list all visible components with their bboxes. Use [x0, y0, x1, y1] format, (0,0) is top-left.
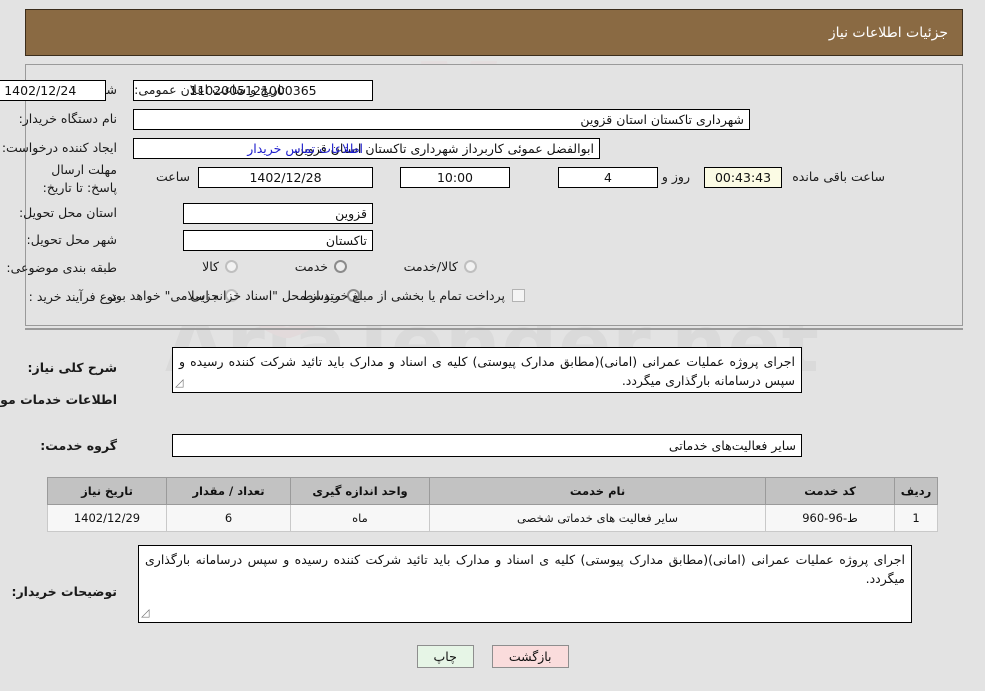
action-button-bar: بازگشت چاپ	[0, 645, 985, 668]
announce-datetime-label-wrap: تاریخ و ساعت اعلان عمومی:	[134, 82, 285, 97]
col-index: ردیف	[894, 477, 938, 505]
province-label: استان محل تحویل:	[18, 205, 117, 220]
service-group-label-wrap: گروه خدمت:	[40, 438, 117, 453]
service-group-label: گروه خدمت:	[40, 438, 117, 453]
cell-date: 1402/12/29	[47, 504, 167, 532]
category-option-label: خدمت	[294, 259, 328, 274]
radio-kala[interactable]	[225, 260, 238, 273]
general-desc-textarea[interactable]: اجرای پروژه عملیات عمرانی (امانی)(مطابق …	[172, 347, 802, 393]
province-field[interactable]: قزوین	[183, 203, 373, 224]
remaining-label-wrap: ساعت باقی مانده	[792, 169, 885, 184]
cell-name: سایر فعالیت های خدماتی شخصی	[429, 504, 766, 532]
category-option-khedmat[interactable]: خدمت	[295, 259, 347, 274]
days-label: روز و	[661, 169, 690, 184]
buyer-notes-label-wrap: توضیحات خریدار:	[11, 584, 117, 599]
province-label-wrap: استان محل تحویل:	[19, 205, 117, 220]
col-name: نام خدمت	[429, 477, 766, 505]
category-option-label: کالا	[202, 259, 219, 274]
cell-index: 1	[894, 504, 938, 532]
category-label-wrap: طبقه بندی موضوعی:	[6, 260, 117, 275]
services-section-title: اطلاعات خدمات مورد نیاز	[0, 392, 117, 407]
table-row: 1 ط-96-960 سایر فعالیت های خدماتی شخصی م…	[47, 504, 938, 532]
radio-khedmat[interactable]	[334, 260, 347, 273]
hour-label-wrap: ساعت	[156, 169, 190, 184]
requester-label-wrap: ایجاد کننده درخواست:	[2, 140, 117, 155]
city-label: شهر محل تحویل:	[26, 232, 117, 247]
buyer-org-label: نام دستگاه خریدار:	[18, 111, 117, 126]
service-group-field[interactable]: سایر فعالیت‌های خدماتی	[172, 434, 802, 457]
page-header: جزئیات اطلاعات نیاز	[25, 9, 963, 56]
deadline-label-wrap: مهلت ارسال پاسخ: تا تاریخ:	[25, 161, 117, 197]
requester-field[interactable]: ابوالفضل عموئی کاربرداز شهرداری تاکستان …	[133, 138, 600, 159]
col-date: تاریخ نیاز	[47, 477, 167, 505]
process-label-wrap: نوع فرآیند خرید :	[29, 289, 117, 304]
days-label-wrap: روز و	[662, 169, 690, 184]
deadline-hour-field[interactable]: 10:00	[400, 167, 510, 188]
buyer-notes-textarea[interactable]: اجرای پروژه عملیات عمرانی (امانی)(مطابق …	[138, 545, 912, 623]
buyer-org-label-wrap: نام دستگاه خریدار:	[19, 111, 117, 126]
buyer-contact-link[interactable]: اطلاعات تماس خریدار	[247, 141, 363, 156]
buyer-notes-label: توضیحات خریدار:	[11, 584, 117, 599]
cell-unit: ماه	[290, 504, 430, 532]
treasury-checkbox-wrap[interactable]: پرداخت تمام یا بخشی از مبلغ خرید،از محل …	[106, 288, 525, 303]
need-info-panel	[25, 64, 963, 326]
general-desc-label: شرح کلی نیاز:	[27, 360, 117, 375]
deadline-label: مهلت ارسال پاسخ: تا تاریخ:	[42, 162, 117, 196]
treasury-checkbox[interactable]	[512, 289, 525, 302]
contact-link-wrap: اطلاعات تماس خریدار	[247, 141, 363, 156]
cell-quantity: 6	[166, 504, 291, 532]
requester-label: ایجاد کننده درخواست:	[1, 140, 117, 155]
general-desc-text: اجرای پروژه عملیات عمرانی (امانی)(مطابق …	[179, 354, 795, 389]
buyer-notes-text: اجرای پروژه عملیات عمرانی (امانی)(مطابق …	[145, 552, 905, 587]
remaining-days-field[interactable]: 4	[558, 167, 658, 188]
col-quantity: تعداد / مقدار	[166, 477, 291, 505]
announce-datetime-field[interactable]: 1402/12/24 - 08:43	[0, 80, 106, 101]
cell-code: ط-96-960	[765, 504, 895, 532]
category-label: طبقه بندی موضوعی:	[6, 260, 117, 275]
remaining-label: ساعت باقی مانده	[792, 169, 885, 184]
table-header-row: ردیف کد خدمت نام خدمت واحد اندازه گیری ت…	[47, 477, 938, 505]
city-field[interactable]: تاکستان	[183, 230, 373, 251]
general-desc-label-wrap: شرح کلی نیاز:	[28, 360, 117, 375]
radio-kala-khedmat[interactable]	[464, 260, 477, 273]
announce-datetime-label: تاریخ و ساعت اعلان عمومی:	[134, 82, 285, 97]
treasury-checkbox-label: پرداخت تمام یا بخشی از مبلغ خرید،از محل …	[106, 288, 505, 303]
services-table: ردیف کد خدمت نام خدمت واحد اندازه گیری ت…	[47, 477, 938, 532]
services-section-title-wrap: اطلاعات خدمات مورد نیاز	[0, 392, 117, 407]
page-title: جزئیات اطلاعات نیاز	[828, 24, 948, 41]
deadline-date-field[interactable]: 1402/12/28	[198, 167, 373, 188]
countdown-field: 00:43:43	[704, 167, 782, 188]
process-label: نوع فرآیند خرید :	[28, 289, 117, 304]
print-button[interactable]: چاپ	[416, 645, 474, 668]
col-code: کد خدمت	[765, 477, 895, 505]
back-button[interactable]: بازگشت	[491, 645, 569, 668]
category-option-kala-khedmat[interactable]: کالا/خدمت	[404, 259, 477, 274]
col-unit: واحد اندازه گیری	[290, 477, 430, 505]
city-label-wrap: شهر محل تحویل:	[27, 232, 117, 247]
section-divider	[25, 328, 963, 330]
page-root: AriaTender.net ∨ جزئیات اطلاعات نیاز شما…	[0, 0, 985, 691]
category-option-label: کالا/خدمت	[403, 259, 458, 274]
category-option-kala[interactable]: کالا	[202, 259, 238, 274]
resize-grip-icon: ◺	[175, 375, 184, 389]
buyer-org-field[interactable]: شهرداری تاکستان استان قزوین	[133, 109, 750, 130]
hour-label: ساعت	[155, 169, 190, 184]
resize-grip-icon: ◺	[141, 605, 150, 619]
